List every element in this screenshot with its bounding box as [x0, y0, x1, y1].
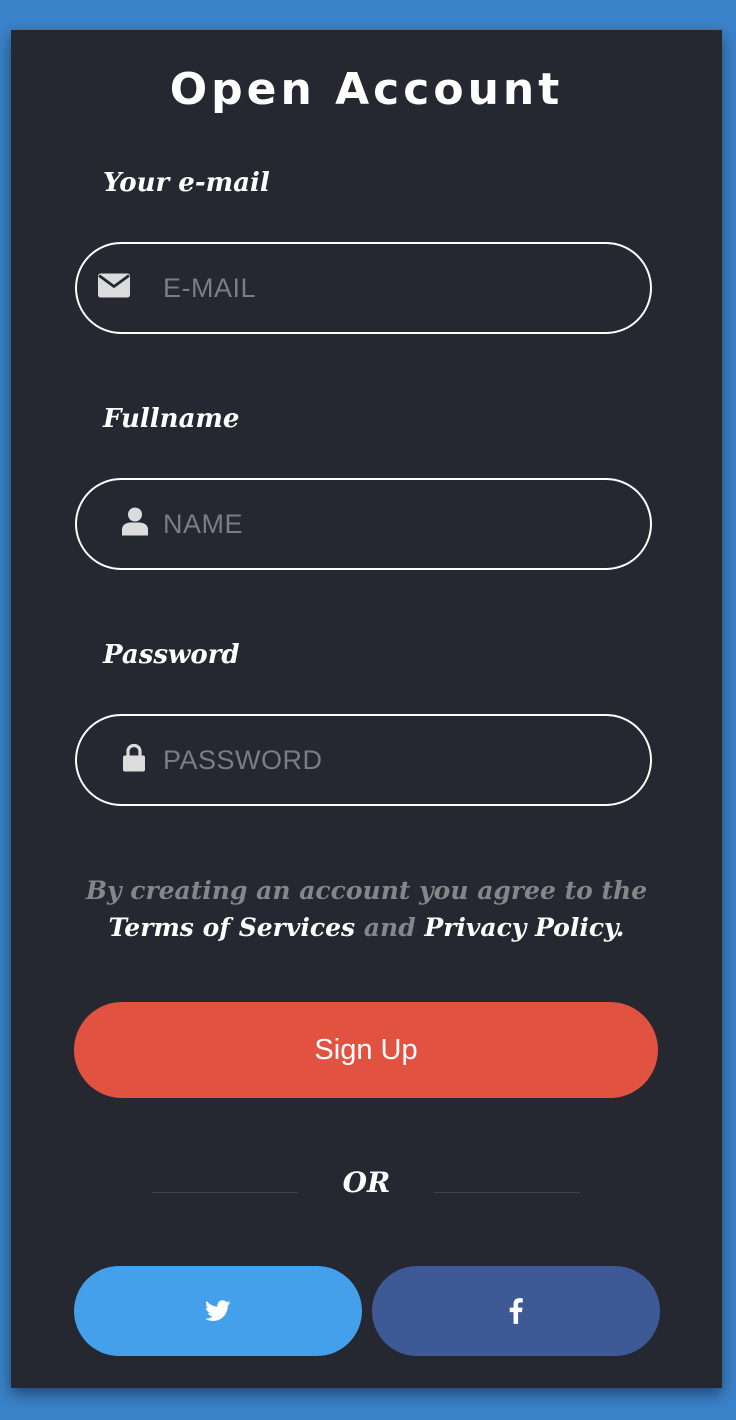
fullname-label: Fullname — [103, 404, 240, 434]
or-separator: OR — [342, 1166, 391, 1199]
facebook-button[interactable] — [372, 1266, 660, 1356]
twitter-icon — [205, 1300, 231, 1321]
fullname-field-container — [75, 478, 652, 570]
email-input[interactable] — [163, 244, 633, 332]
terms-prefix: By creating an account you agree to the — [85, 876, 648, 905]
twitter-button[interactable] — [74, 1266, 362, 1356]
user-icon — [122, 507, 148, 541]
terms-notice: By creating an account you agree to the … — [0, 872, 733, 946]
password-label: Password — [103, 640, 240, 670]
terms-of-services-link[interactable]: Terms of Services — [109, 913, 356, 942]
privacy-policy-link[interactable]: Privacy Policy. — [424, 913, 624, 942]
email-field-container — [75, 242, 652, 334]
lock-icon — [123, 743, 145, 777]
page-title: Open Account — [169, 64, 564, 115]
privacy-policy-link-text: Privacy Policy — [424, 913, 616, 942]
password-input[interactable] — [163, 716, 633, 804]
divider-right — [434, 1192, 580, 1193]
fullname-input[interactable] — [163, 480, 633, 568]
envelope-icon — [98, 273, 130, 303]
email-label: Your e-mail — [103, 168, 270, 198]
sign-up-button[interactable]: Sign Up — [74, 1002, 658, 1098]
facebook-icon — [509, 1298, 523, 1324]
terms-conjunction: and — [363, 913, 416, 942]
password-field-container — [75, 714, 652, 806]
terms-suffix: . — [615, 913, 625, 942]
